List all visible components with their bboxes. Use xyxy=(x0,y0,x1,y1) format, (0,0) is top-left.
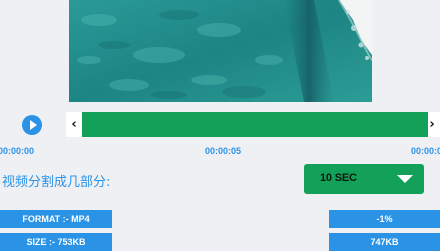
output-size-text: 747KB xyxy=(370,237,399,247)
split-parts-label: 视频分割成几部分: xyxy=(2,175,111,190)
size-badge: SIZE :- 753KB xyxy=(0,233,112,251)
time-end-label: 00:00:05 xyxy=(411,146,440,156)
chevron-down-icon xyxy=(397,175,413,183)
reduction-badge: -1% xyxy=(329,210,440,228)
video-preview xyxy=(69,0,372,102)
trim-start-handle[interactable]: ‹ xyxy=(66,112,82,137)
split-duration-value: 10 SEC xyxy=(320,172,357,184)
time-start-label: 00:00:00 xyxy=(0,146,35,156)
play-button[interactable] xyxy=(22,115,42,135)
video-frame-image xyxy=(69,0,372,102)
size-text: SIZE :- 753KB xyxy=(26,237,86,247)
timeline-track[interactable]: ‹ › xyxy=(66,112,440,137)
format-badge: FORMAT :- MP4 xyxy=(0,210,112,228)
reduction-text: -1% xyxy=(376,214,393,224)
video-splitter-screen: ‹ › 00:00:00 00:00:05 00:00:05 视频分割成几部分:… xyxy=(0,0,440,251)
chevron-right-icon: › xyxy=(429,117,435,132)
format-text: FORMAT :- MP4 xyxy=(22,214,90,224)
chevron-left-icon: ‹ xyxy=(71,117,77,132)
split-duration-select[interactable]: 10 SEC xyxy=(304,164,424,194)
play-icon xyxy=(30,120,37,130)
output-size-badge: 747KB xyxy=(329,233,440,251)
trim-end-handle[interactable]: › xyxy=(424,112,440,137)
selected-range[interactable] xyxy=(82,112,428,137)
time-middle-label: 00:00:05 xyxy=(205,146,242,156)
